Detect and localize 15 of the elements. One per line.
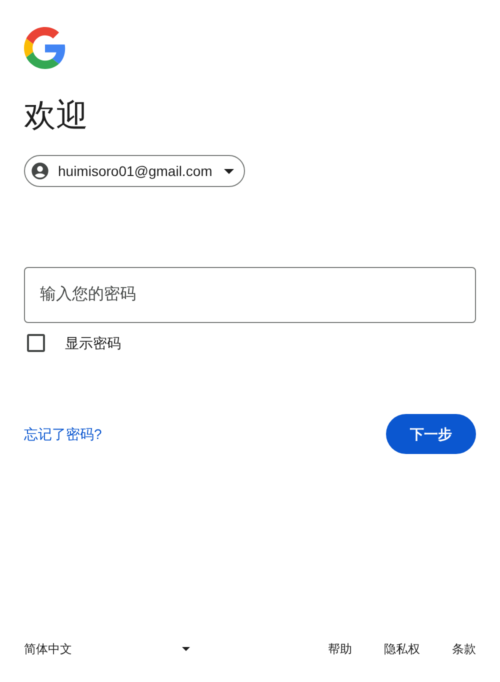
account-chip[interactable]: huimisoro01@gmail.com [24, 155, 246, 187]
next-button[interactable]: 下一步 [386, 414, 476, 454]
caret-icon [182, 647, 190, 651]
language-selector[interactable]: 简体中文 [24, 640, 190, 658]
welcome-heading: 欢迎 [24, 96, 88, 135]
show-password-checkbox[interactable] [27, 334, 45, 352]
password-field[interactable]: 输入您的密码 [24, 267, 476, 323]
footer-link[interactable]: 条款 [452, 640, 476, 658]
caret-icon [224, 168, 234, 174]
footer-link[interactable]: 隐私权 [384, 640, 420, 658]
account-avatar-icon [30, 161, 50, 181]
forgot-password-link[interactable]: 忘记了密码? [24, 424, 102, 444]
logo-icon [24, 27, 66, 69]
show-password-label: 显示密码 [65, 334, 121, 352]
footer-link[interactable]: 帮助 [328, 640, 352, 658]
